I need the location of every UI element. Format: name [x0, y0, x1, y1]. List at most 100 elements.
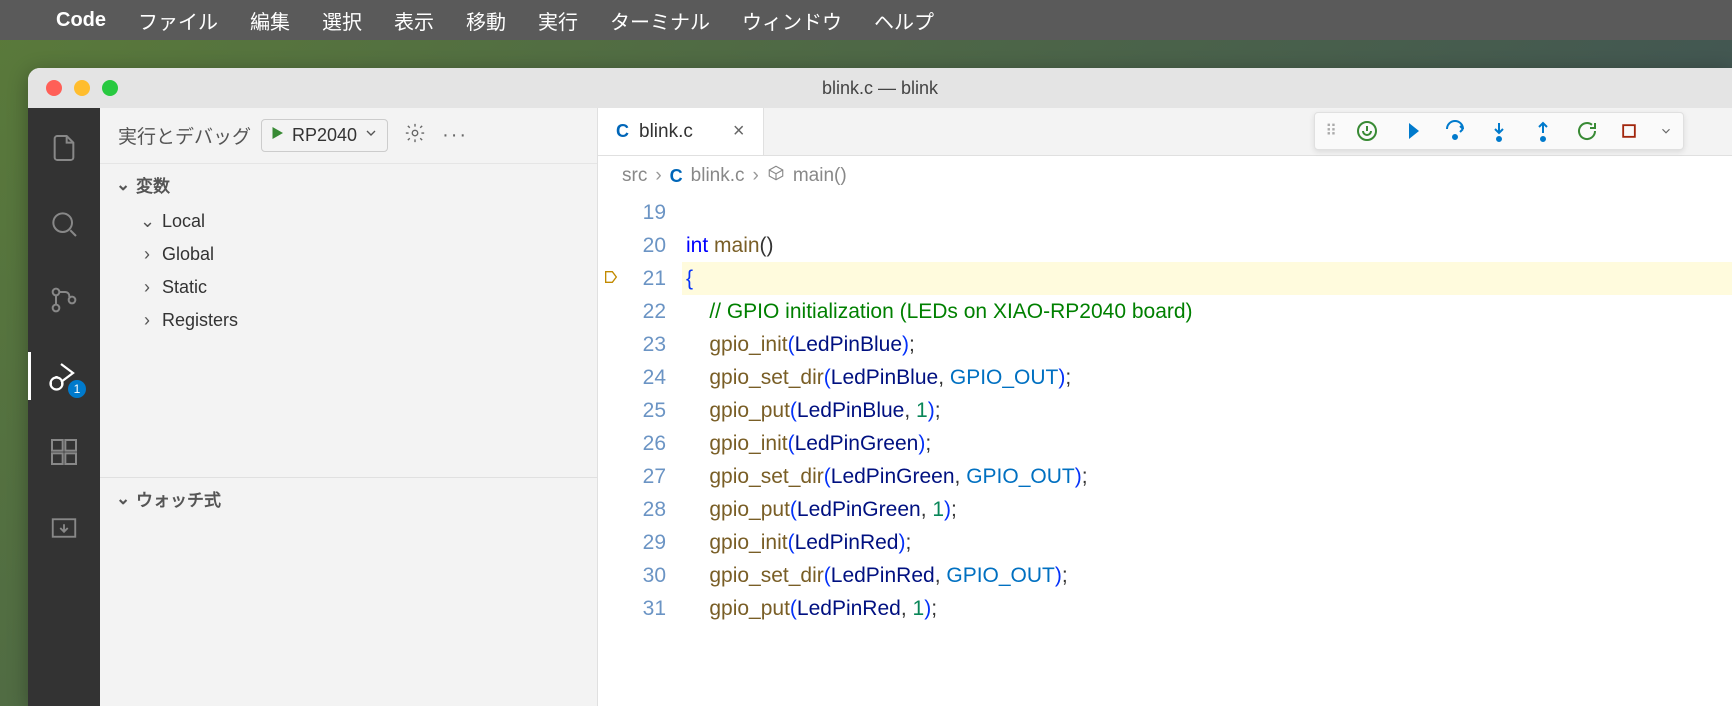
line-number: 24 [598, 361, 666, 394]
activity-bar: 1 [28, 108, 100, 706]
chevron-down-icon[interactable] [1659, 124, 1673, 138]
variable-group-local[interactable]: ⌄ Local [100, 205, 597, 238]
menubar-app-name[interactable]: Code [56, 9, 106, 32]
variables-title: 変数 [136, 172, 170, 197]
watch-section-header[interactable]: ⌄ ウォッチ式 [100, 477, 597, 519]
variables-section-header[interactable]: ⌄ 変数 [100, 164, 597, 205]
line-number-gutter: 19202122232425262728293031 [598, 196, 682, 706]
debug-step-over-button[interactable] [1443, 119, 1467, 143]
line-number: 19 [598, 196, 666, 229]
editor-tab-blink[interactable]: C blink.c × [598, 108, 764, 155]
close-window-button[interactable] [46, 80, 62, 96]
close-icon[interactable]: × [733, 120, 745, 143]
line-number: 25 [598, 394, 666, 427]
code-content[interactable]: int main(){ // GPIO initialization (LEDs… [682, 196, 1732, 706]
c-file-icon: C [670, 166, 683, 187]
c-file-icon: C [616, 121, 629, 142]
run-debug-label: 実行とデバッグ [118, 122, 251, 149]
breadcrumb-symbol[interactable]: main() [793, 165, 847, 187]
activity-output[interactable] [40, 504, 88, 552]
code-line[interactable]: gpio_put(LedPinGreen, 1); [682, 493, 1732, 526]
current-line-marker-icon [603, 267, 619, 290]
variable-group-global[interactable]: › Global [100, 238, 597, 271]
breadcrumbs[interactable]: src › C blink.c › main() [598, 156, 1732, 196]
menubar-item-window[interactable]: ウィンドウ [742, 6, 842, 35]
debug-toolbar: ⠿ [1314, 112, 1684, 150]
variable-group-static[interactable]: › Static [100, 271, 597, 304]
tab-filename: blink.c [639, 121, 693, 143]
line-number: 29 [598, 526, 666, 559]
code-line[interactable]: gpio_set_dir(LedPinBlue, GPIO_OUT); [682, 361, 1732, 394]
chevron-down-icon: ⌄ [140, 211, 154, 232]
gear-icon[interactable] [404, 122, 426, 150]
activity-source-control[interactable] [40, 276, 88, 324]
code-line[interactable]: gpio_set_dir(LedPinRed, GPIO_OUT); [682, 559, 1732, 592]
code-line[interactable]: gpio_init(LedPinBlue); [682, 328, 1732, 361]
workbench: 1 実行とデバッグ RP2040 [28, 108, 1732, 706]
chevron-down-icon: ⌄ [116, 175, 130, 195]
code-line[interactable]: gpio_put(LedPinRed, 1); [682, 592, 1732, 625]
menubar-item-file[interactable]: ファイル [138, 6, 218, 35]
debug-config-selector[interactable]: RP2040 [261, 119, 388, 152]
macos-menubar: Code ファイル 編集 選択 表示 移動 実行 ターミナル ウィンドウ ヘルプ [0, 0, 1732, 40]
line-number: 26 [598, 427, 666, 460]
menubar-item-help[interactable]: ヘルプ [874, 6, 934, 35]
debug-restart-button[interactable] [1575, 119, 1599, 143]
chevron-right-icon: › [140, 244, 154, 265]
line-number: 20 [598, 229, 666, 262]
code-line[interactable]: gpio_init(LedPinRed); [682, 526, 1732, 559]
menubar-item-go[interactable]: 移動 [466, 6, 506, 35]
debug-sidebar: 実行とデバッグ RP2040 ··· ⌄ 変数 [100, 108, 598, 706]
activity-extensions[interactable] [40, 428, 88, 476]
code-line[interactable] [682, 196, 1732, 229]
more-icon[interactable]: ··· [442, 124, 468, 147]
debug-sidebar-header: 実行とデバッグ RP2040 ··· [100, 108, 597, 164]
menubar-item-view[interactable]: 表示 [394, 6, 434, 35]
drag-handle-icon[interactable]: ⠿ [1325, 121, 1335, 141]
line-number: 22 [598, 295, 666, 328]
breadcrumb-folder[interactable]: src [622, 165, 647, 187]
debug-step-out-button[interactable] [1531, 119, 1555, 143]
menubar-item-terminal[interactable]: ターミナル [610, 6, 710, 35]
chevron-down-icon [363, 125, 379, 146]
chevron-right-icon: › [140, 277, 154, 298]
debug-config-name: RP2040 [292, 125, 357, 146]
variable-group-label: Static [162, 277, 207, 298]
play-icon [268, 124, 286, 147]
debug-pause-continue-button[interactable] [1399, 119, 1423, 143]
debug-stop-button[interactable] [1619, 121, 1639, 141]
chevron-right-icon: › [140, 310, 154, 331]
chevron-down-icon: ⌄ [116, 489, 130, 509]
debug-step-into-button[interactable] [1487, 119, 1511, 143]
symbol-function-icon [767, 164, 785, 188]
line-number: 30 [598, 559, 666, 592]
activity-search[interactable] [40, 200, 88, 248]
line-number: 28 [598, 493, 666, 526]
files-icon [48, 132, 80, 164]
code-line[interactable]: gpio_put(LedPinBlue, 1); [682, 394, 1732, 427]
activity-run-debug[interactable]: 1 [40, 352, 88, 400]
line-number: 27 [598, 460, 666, 493]
fullscreen-window-button[interactable] [102, 80, 118, 96]
code-line[interactable]: gpio_init(LedPinGreen); [682, 427, 1732, 460]
menubar-item-selection[interactable]: 選択 [322, 6, 362, 35]
debug-badge: 1 [68, 380, 86, 398]
variable-group-label: Global [162, 244, 214, 265]
debug-continue-button[interactable] [1355, 119, 1379, 143]
variable-group-registers[interactable]: › Registers [100, 304, 597, 337]
menubar-item-run[interactable]: 実行 [538, 6, 578, 35]
variable-group-label: Registers [162, 310, 238, 331]
code-line[interactable]: int main() [682, 229, 1732, 262]
code-line[interactable]: // GPIO initialization (LEDs on XIAO-RP2… [682, 295, 1732, 328]
minimize-window-button[interactable] [74, 80, 90, 96]
breadcrumb-file[interactable]: blink.c [691, 165, 745, 187]
code-editor[interactable]: 19202122232425262728293031 int main(){ /… [598, 196, 1732, 706]
activity-explorer[interactable] [40, 124, 88, 172]
traffic-lights [46, 80, 118, 96]
code-line[interactable]: gpio_set_dir(LedPinGreen, GPIO_OUT); [682, 460, 1732, 493]
titlebar: blink.c — blink [28, 68, 1732, 108]
code-line[interactable]: { [682, 262, 1732, 295]
editor-area: C blink.c × ⠿ [598, 108, 1732, 706]
search-icon [48, 208, 80, 240]
menubar-item-edit[interactable]: 編集 [250, 6, 290, 35]
